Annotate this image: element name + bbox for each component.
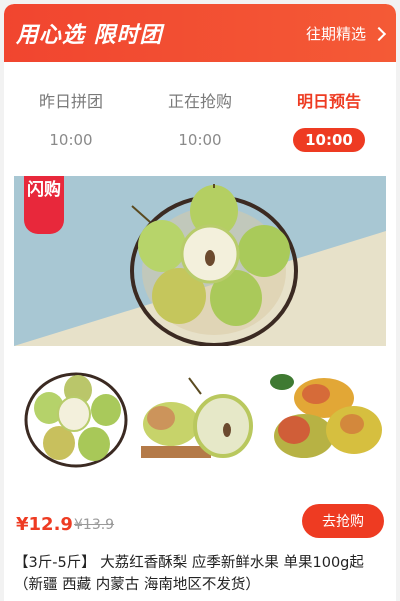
product-banner-image[interactable]: 闪购 [14,176,386,346]
chevron-right-icon [371,26,387,42]
product-thumb-1[interactable] [14,368,132,472]
current-price: ¥12.9 [16,514,73,535]
buy-now-button[interactable]: 去抢购 [302,504,384,538]
header-bar: 用心选 限时团 往期精选 [4,4,396,62]
tab-label: 正在抢购 [167,92,232,111]
past-picks-link[interactable]: 往期精选 [305,23,387,44]
brand-title: 用心选 限时团 [16,23,163,48]
flash-sale-card: 用心选 限时团 往期精选 昨日拼团 10:00 正在抢购 10:00 明日预告 … [4,4,396,601]
original-price: ¥13.9 [74,517,115,533]
pear-halves-thumb-image [141,368,259,472]
tab-label: 昨日拼团 [38,92,103,111]
tab-time: 10:00 [49,131,93,149]
tab-tomorrow[interactable]: 明日预告 10:00 [269,88,389,152]
product-thumb-3[interactable] [268,368,386,472]
tab-label: 明日预告 [296,92,361,111]
tab-yesterday[interactable]: 昨日拼团 10:00 [11,88,131,152]
flash-sale-badge: 闪购 [24,176,64,234]
product-title[interactable]: 【3斤-5斤】 大荔红香酥梨 应季新鲜水果 单果100g起（新疆 西藏 内蒙古 … [14,552,390,596]
tab-time: 10:00 [293,128,365,152]
past-picks-label: 往期精选 [305,25,366,43]
tab-now[interactable]: 正在抢购 10:00 [140,88,260,152]
tab-time: 10:00 [178,131,222,149]
pear-basket-thumb-image [14,368,132,472]
product-thumb-2[interactable] [141,368,259,472]
red-pears-thumb-image [268,368,386,472]
pear-basket-illustration [14,176,386,346]
